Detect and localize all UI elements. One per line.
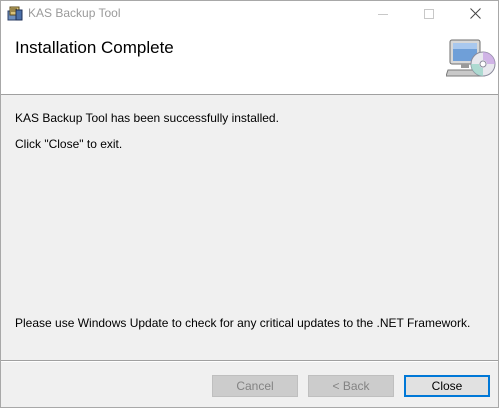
maximize-button[interactable] <box>406 1 452 26</box>
back-button[interactable]: < Back <box>308 375 394 397</box>
minimize-icon <box>378 13 388 15</box>
close-icon <box>469 8 481 19</box>
cancel-button[interactable]: Cancel <box>212 375 298 397</box>
windows-update-note: Please use Windows Update to check for a… <box>15 316 471 330</box>
maximize-icon <box>424 8 434 19</box>
page-title: Installation Complete <box>15 38 174 57</box>
close-button[interactable]: Close <box>404 375 490 397</box>
title-bar[interactable]: KAS Backup Tool <box>1 1 498 26</box>
window-title: KAS Backup Tool <box>28 6 121 20</box>
success-message: KAS Backup Tool has been successfully in… <box>15 111 279 125</box>
footer-divider <box>1 360 498 362</box>
exit-instruction: Click "Close" to exit. <box>15 137 123 151</box>
installer-window: KAS Backup Tool Installation Complete KA… <box>0 0 499 408</box>
installer-app-icon <box>7 6 23 21</box>
computer-cd-icon <box>446 39 496 77</box>
close-window-button[interactable] <box>452 1 498 26</box>
minimize-button[interactable] <box>360 1 406 26</box>
header-banner: Installation Complete <box>1 26 498 95</box>
